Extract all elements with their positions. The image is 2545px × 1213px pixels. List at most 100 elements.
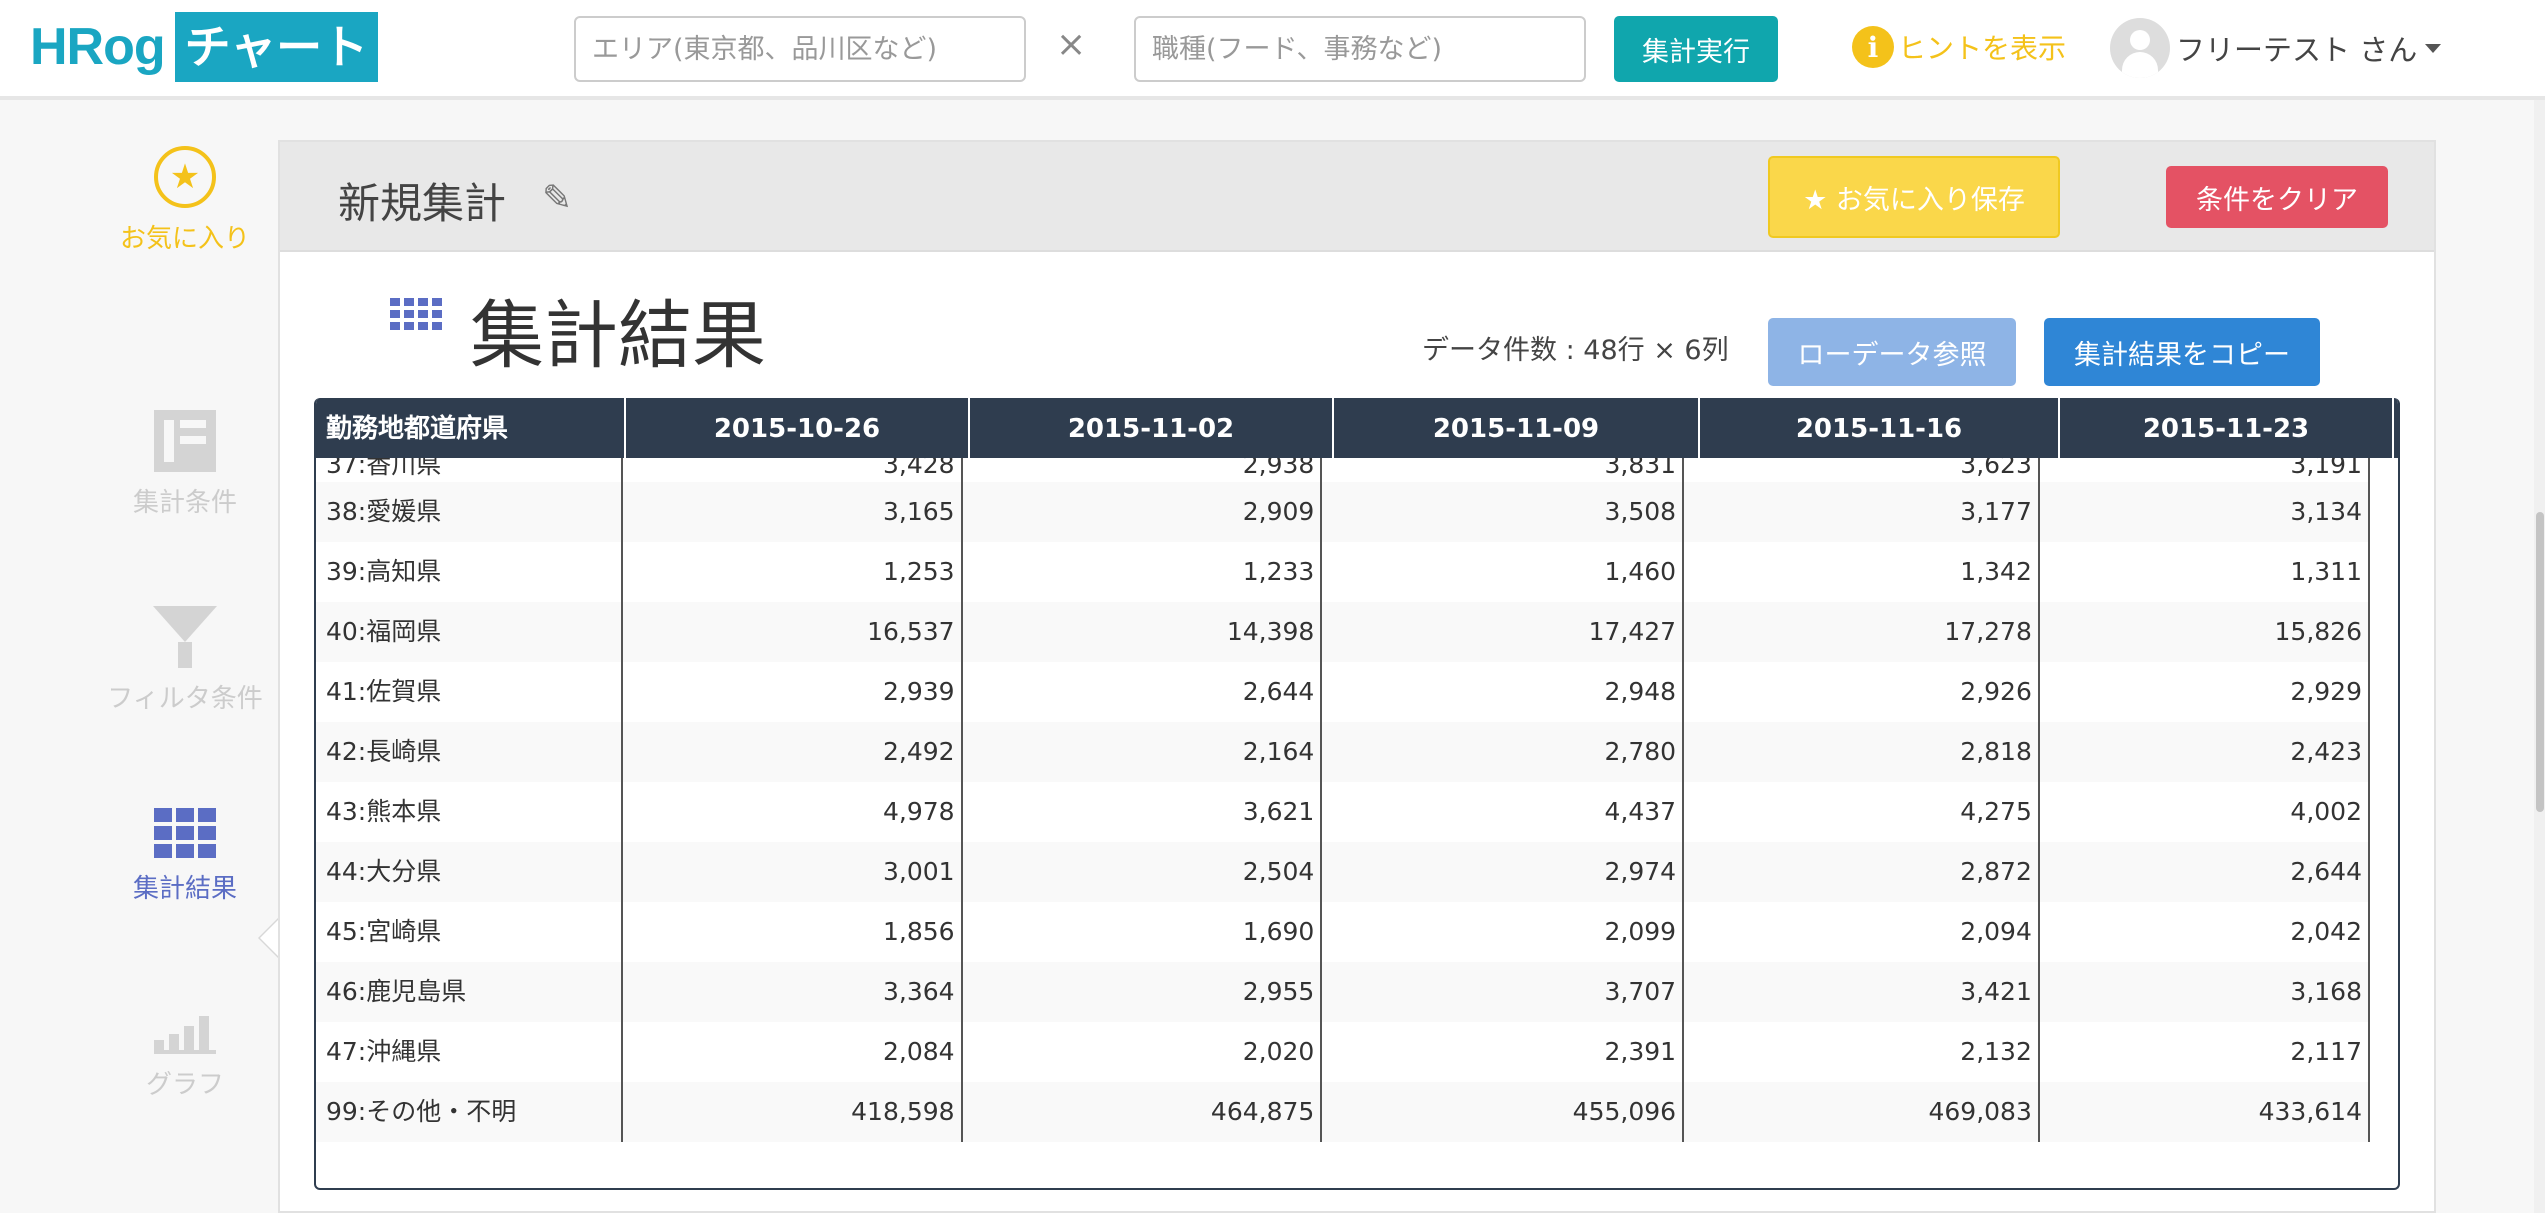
cell-prefecture: 39:高知県 <box>316 542 623 602</box>
cell-prefecture: 99:その他・不明 <box>316 1082 623 1142</box>
bar-chart-icon <box>154 1008 216 1054</box>
clear-conditions-button[interactable]: 条件をクリア <box>2166 166 2388 228</box>
cell-count: 3,177 <box>1684 482 2040 542</box>
chevron-down-icon <box>2425 43 2442 53</box>
times-separator: × <box>1056 24 1087 65</box>
info-icon: i <box>1852 26 1894 68</box>
table-row: 39:高知県 1,253 1,233 1,460 1,342 1,311 <box>316 542 2370 602</box>
column-header-date[interactable]: 2015-11-02 <box>970 398 1334 458</box>
cell-prefecture: 41:佐賀県 <box>316 662 623 722</box>
user-name: フリーテスト さん <box>2176 33 2418 67</box>
cell-count: 433,614 <box>2040 1082 2370 1142</box>
document-icon <box>154 410 216 472</box>
cell-count: 2,818 <box>1684 722 2040 782</box>
table-row: 44:大分県 3,001 2,504 2,974 2,872 2,644 <box>316 842 2370 902</box>
cell-count: 2,926 <box>1684 662 2040 722</box>
cell-count: 469,083 <box>1684 1082 2040 1142</box>
cell-count: 2,929 <box>2040 662 2370 722</box>
cell-prefecture: 43:熊本県 <box>316 782 623 842</box>
cell-count: 2,955 <box>963 962 1323 1022</box>
funnel-stem <box>178 642 192 668</box>
cell-count: 2,938 <box>963 458 1323 482</box>
grid-icon <box>154 808 216 858</box>
cell-count: 3,621 <box>963 782 1323 842</box>
table-row: 41:佐賀県 2,939 2,644 2,948 2,926 2,929 <box>316 662 2370 722</box>
cell-count: 4,275 <box>1684 782 2040 842</box>
cell-count: 2,948 <box>1322 662 1685 722</box>
cell-count: 3,001 <box>623 842 963 902</box>
cell-count: 2,099 <box>1322 902 1685 962</box>
cell-count: 1,690 <box>963 902 1323 962</box>
sidebar: ★ お気に入り 集計条件 フィルタ条件 集計結果 グラフ <box>0 104 280 1213</box>
cell-count: 3,831 <box>1322 458 1685 482</box>
copy-results-button[interactable]: 集計結果をコピー <box>2044 318 2320 386</box>
cell-count: 3,134 <box>2040 482 2370 542</box>
column-header-date[interactable]: 2015-11-09 <box>1334 398 1700 458</box>
cell-count: 2,492 <box>623 722 963 782</box>
cell-count: 17,278 <box>1684 602 2040 662</box>
table-row: 47:沖縄県 2,084 2,020 2,391 2,132 2,117 <box>316 1022 2370 1082</box>
cell-count: 14,398 <box>963 602 1323 662</box>
cell-count: 1,856 <box>623 902 963 962</box>
cell-count: 2,872 <box>1684 842 2040 902</box>
cell-count: 2,504 <box>963 842 1323 902</box>
column-header-date[interactable]: 2015-11-23 <box>2060 398 2394 458</box>
cell-prefecture: 38:愛媛県 <box>316 482 623 542</box>
cell-count: 1,460 <box>1322 542 1685 602</box>
table-row: 37:香川県 3,428 2,938 3,831 3,623 3,191 <box>316 458 2370 482</box>
cell-count: 2,020 <box>963 1022 1323 1082</box>
panel-header: 新規集計 ✎ ★ お気に入り保存 条件をクリア <box>280 142 2434 252</box>
star-circle-icon: ★ <box>154 146 216 208</box>
save-favorite-button[interactable]: ★ お気に入り保存 <box>1768 156 2060 238</box>
cell-count: 17,427 <box>1322 602 1685 662</box>
table-row: 40:福岡県 16,537 14,398 17,427 17,278 15,826 <box>316 602 2370 662</box>
cell-count: 1,342 <box>1684 542 2040 602</box>
table-body: 37:香川県 3,428 2,938 3,831 3,623 3,191 38:愛媛県 3,1… <box>316 458 2370 1142</box>
cell-count: 455,096 <box>1322 1082 1685 1142</box>
page-title: 新規集計 <box>338 179 507 228</box>
cell-count: 418,598 <box>623 1082 963 1142</box>
cell-count: 4,002 <box>2040 782 2370 842</box>
scrollbar-thumb[interactable] <box>2536 512 2544 812</box>
cell-count: 2,780 <box>1322 722 1685 782</box>
column-header-date[interactable]: 2015-11-16 <box>1700 398 2060 458</box>
avatar-icon <box>2110 18 2170 78</box>
table-header: 勤務地都道府県 2015-10-26 2015-11-02 2015-11-09 201… <box>316 398 2398 458</box>
cell-count: 2,909 <box>963 482 1323 542</box>
cell-count: 2,094 <box>1684 902 2040 962</box>
cell-count: 3,168 <box>2040 962 2370 1022</box>
top-header: HRog チャート × 集計実行 i ヒントを表示 フリーテスト さん <box>0 0 2545 100</box>
table-row: 45:宮崎県 1,856 1,690 2,099 2,094 2,042 <box>316 902 2370 962</box>
column-header-prefecture[interactable]: 勤務地都道府県 <box>316 398 626 458</box>
cell-count: 2,939 <box>623 662 963 722</box>
job-search-input[interactable] <box>1134 16 1586 82</box>
funnel-icon <box>153 606 217 642</box>
show-hint-link[interactable]: i ヒントを表示 <box>1852 26 2066 68</box>
active-indicator <box>258 916 280 960</box>
column-header-date[interactable]: 2015-10-26 <box>626 398 970 458</box>
exec-aggregate-button[interactable]: 集計実行 <box>1614 16 1778 82</box>
result-header: 集計結果 データ件数 : 48行 × 6列 ローデータ参照 集計結果をコピー <box>280 254 2434 386</box>
cell-count: 464,875 <box>963 1082 1323 1142</box>
cell-count: 2,132 <box>1684 1022 2040 1082</box>
pencil-icon[interactable]: ✎ <box>542 178 572 219</box>
user-menu[interactable]: フリーテスト さん <box>2110 18 2442 78</box>
cell-count: 3,508 <box>1322 482 1685 542</box>
cell-count: 3,165 <box>623 482 963 542</box>
cell-prefecture: 44:大分県 <box>316 842 623 902</box>
table-row: 99:その他・不明 418,598 464,875 455,096 469,083 433… <box>316 1082 2370 1142</box>
logo[interactable]: HRog チャート <box>30 12 379 82</box>
raw-data-button[interactable]: ローデータ参照 <box>1768 318 2016 386</box>
cell-count: 1,233 <box>963 542 1323 602</box>
cell-prefecture: 37:香川県 <box>316 458 623 482</box>
table-row: 43:熊本県 4,978 3,621 4,437 4,275 4,002 <box>316 782 2370 842</box>
cell-count: 2,644 <box>2040 842 2370 902</box>
results-table[interactable]: 勤務地都道府県 2015-10-26 2015-11-02 2015-11-09 201… <box>314 398 2400 1190</box>
cell-count: 2,974 <box>1322 842 1685 902</box>
main-panel: 新規集計 ✎ ★ お気に入り保存 条件をクリア 集計結果 データ件数 : 48行… <box>278 140 2436 1213</box>
cell-count: 3,364 <box>623 962 963 1022</box>
cell-count: 3,191 <box>2040 458 2370 482</box>
logo-text: HRog <box>30 18 166 76</box>
cell-count: 1,253 <box>623 542 963 602</box>
area-search-input[interactable] <box>574 16 1026 82</box>
